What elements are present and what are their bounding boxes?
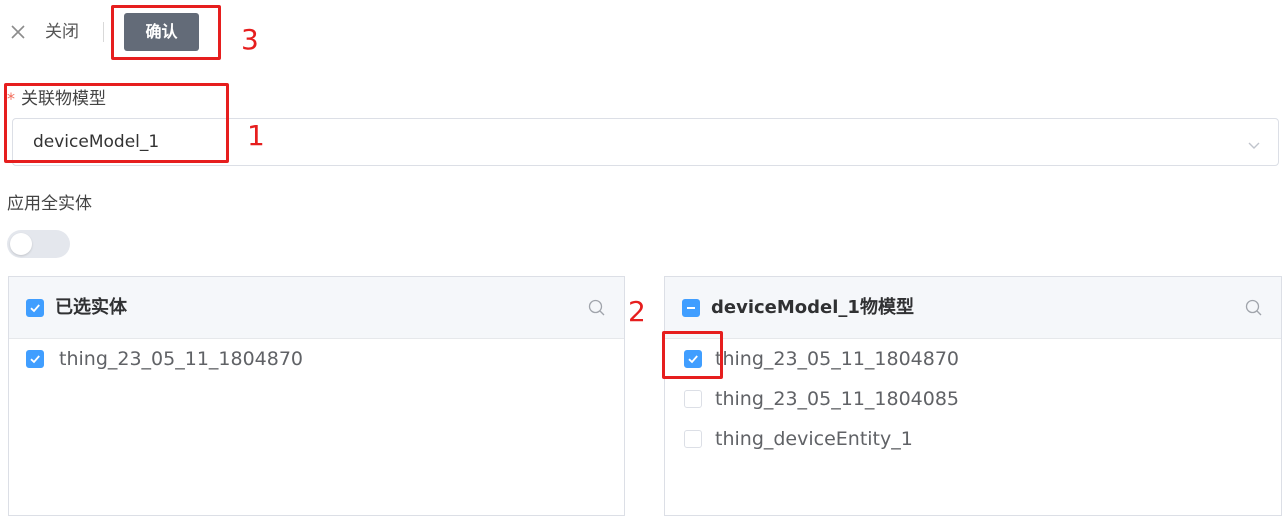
annotation-number-1: 1 (247, 119, 265, 152)
panel-header: deviceModel_1物模型 (665, 277, 1281, 339)
panel-title: 已选实体 (55, 297, 127, 318)
annotation-box-1 (4, 83, 229, 163)
selected-entities-panel: 已选实体 thing_23_05_11_1804870 (8, 276, 625, 516)
model-entities-panel: deviceModel_1物模型 thing_23_05_11_1804870 … (664, 276, 1282, 516)
item-label: thing_23_05_11_1804870 (715, 348, 960, 370)
item-checkbox[interactable] (684, 430, 702, 448)
annotation-number-3: 3 (241, 23, 259, 56)
apply-all-label: 应用全实体 (7, 194, 92, 214)
switch-knob (10, 233, 32, 255)
item-label: thing_23_05_11_1804085 (715, 388, 960, 410)
close-button[interactable]: 关闭 (45, 18, 79, 46)
chevron-down-icon (1248, 136, 1260, 149)
list-item[interactable]: thing_23_05_11_1804870 (9, 339, 624, 379)
annotation-box-3 (111, 5, 221, 60)
annotation-number-2: 2 (628, 295, 646, 328)
item-label: thing_23_05_11_1804870 (59, 348, 304, 370)
select-all-checkbox[interactable] (26, 299, 44, 317)
panel-title: deviceModel_1物模型 (711, 297, 914, 318)
list-item[interactable]: thing_23_05_11_1804085 (665, 379, 1281, 419)
search-icon[interactable] (1245, 299, 1263, 317)
apply-all-switch[interactable] (7, 230, 70, 258)
item-label: thing_deviceEntity_1 (715, 428, 913, 450)
panel-header: 已选实体 (9, 277, 624, 339)
list-item[interactable]: thing_23_05_11_1804870 (665, 339, 1281, 379)
item-checkbox[interactable] (26, 350, 44, 368)
item-checkbox[interactable] (684, 390, 702, 408)
annotation-box-2 (662, 331, 723, 379)
search-icon[interactable] (588, 299, 606, 317)
list-item[interactable]: thing_deviceEntity_1 (665, 419, 1281, 459)
close-icon[interactable] (10, 18, 32, 46)
select-all-checkbox[interactable] (682, 299, 700, 317)
toolbar-divider (103, 22, 104, 42)
